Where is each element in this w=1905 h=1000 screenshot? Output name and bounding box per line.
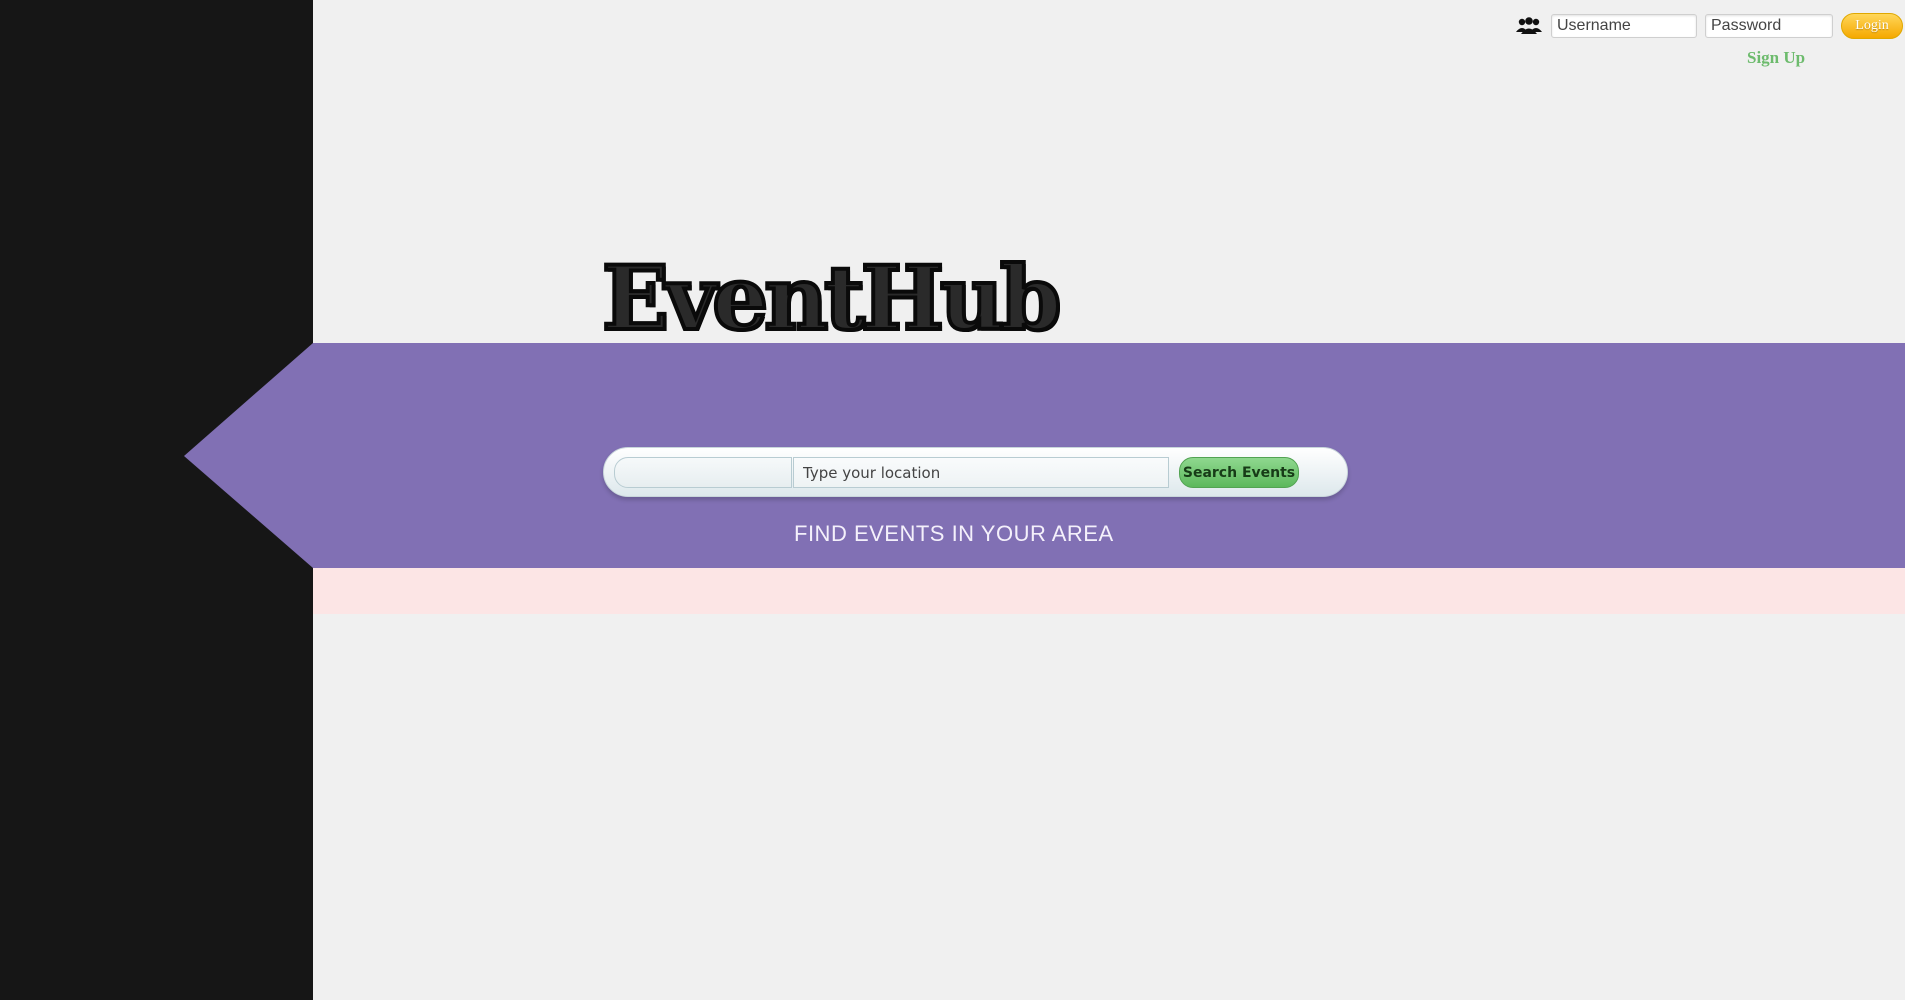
search-bar: Search Events — [603, 447, 1348, 497]
page: Login Sign Up EventHub Search Events FIN… — [0, 0, 1905, 1000]
login-button[interactable]: Login — [1841, 13, 1903, 39]
location-input[interactable] — [793, 457, 1169, 488]
arrow-shape — [184, 343, 313, 568]
users-icon — [1515, 17, 1543, 35]
login-bar: Login — [1515, 13, 1903, 39]
password-input[interactable] — [1705, 14, 1833, 38]
signup-link[interactable]: Sign Up — [1747, 48, 1805, 68]
search-events-button[interactable]: Search Events — [1179, 457, 1299, 488]
tagline: FIND EVENTS IN YOUR AREA — [794, 521, 1114, 546]
keyword-input[interactable] — [614, 457, 792, 488]
brand-logo-title: EventHub — [600, 246, 1063, 350]
username-input[interactable] — [1551, 14, 1697, 38]
